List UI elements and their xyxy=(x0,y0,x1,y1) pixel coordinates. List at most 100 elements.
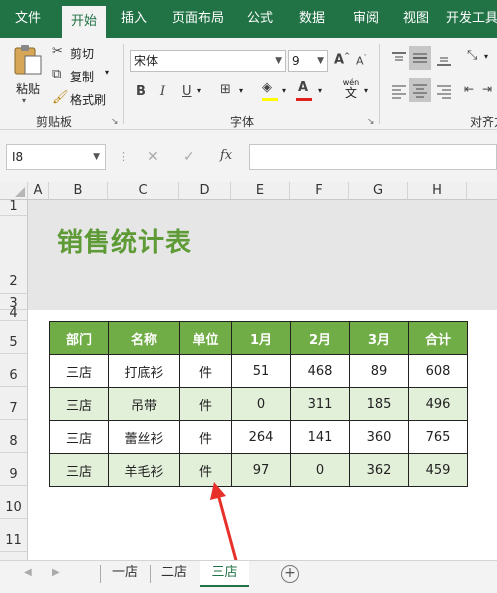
sheet-tab-2[interactable]: 二店 xyxy=(153,561,195,587)
row-header-5[interactable]: 5 xyxy=(0,321,28,354)
cancel-icon[interactable]: ✕ xyxy=(147,149,159,165)
table-cell[interactable]: 185 xyxy=(349,387,409,421)
table-header-cell[interactable]: 3月 xyxy=(349,321,409,355)
table-header-cell[interactable]: 部门 xyxy=(49,321,109,355)
column-header-d[interactable]: D xyxy=(179,182,231,200)
tab-view[interactable]: 视图 xyxy=(394,0,438,38)
column-header-f[interactable]: F xyxy=(290,182,349,200)
table-cell[interactable]: 件 xyxy=(179,420,232,454)
phonetic-button[interactable]: wén 文 xyxy=(340,78,362,102)
table-cell[interactable]: 264 xyxy=(231,420,291,454)
table-cell[interactable]: 360 xyxy=(349,420,409,454)
column-header-a[interactable]: A xyxy=(28,182,49,200)
table-header-cell[interactable]: 名称 xyxy=(108,321,180,355)
borders-dropdown-icon[interactable]: ▾ xyxy=(239,86,243,95)
tab-review[interactable]: 审阅 xyxy=(344,0,388,38)
row-header-11[interactable]: 11 xyxy=(0,519,28,552)
row-header-9[interactable]: 9 xyxy=(0,453,28,486)
table-cell[interactable]: 三店 xyxy=(49,453,109,487)
shrink-font-button[interactable]: Aˇ xyxy=(356,54,367,68)
fill-dropdown-icon[interactable]: ▾ xyxy=(282,86,286,95)
align-right-icon[interactable] xyxy=(435,82,453,100)
insert-function-icon[interactable]: fx xyxy=(220,148,232,163)
table-cell[interactable]: 0 xyxy=(231,387,291,421)
table-cell[interactable]: 496 xyxy=(408,387,468,421)
align-middle-button[interactable] xyxy=(409,46,431,70)
table-cell[interactable]: 89 xyxy=(349,354,409,388)
table-header-cell[interactable]: 单位 xyxy=(179,321,232,355)
borders-icon[interactable]: ⊞ xyxy=(220,82,231,97)
bold-button[interactable]: B xyxy=(136,84,146,99)
table-cell[interactable]: 311 xyxy=(290,387,350,421)
table-cell[interactable]: 蕾丝衫 xyxy=(108,420,180,454)
italic-button[interactable]: I xyxy=(160,84,165,99)
column-header-b[interactable]: B xyxy=(49,182,108,200)
row-header-2[interactable]: 2 xyxy=(0,216,28,294)
row-header-7[interactable]: 7 xyxy=(0,387,28,420)
table-cell[interactable]: 362 xyxy=(349,453,409,487)
table-cell[interactable]: 羊毛衫 xyxy=(108,453,180,487)
name-box[interactable]: I8 ▼ xyxy=(6,144,106,170)
clipboard-launcher-icon[interactable]: ↘ xyxy=(111,117,119,127)
worksheet-grid[interactable]: A B C D E F G H 销售统计表 1 2 3 4 5 6 7 8 9 … xyxy=(0,182,497,560)
row-header-6[interactable]: 6 xyxy=(0,354,28,387)
select-all-corner[interactable] xyxy=(0,182,28,200)
grow-font-button[interactable]: A^ xyxy=(334,52,350,67)
row-header-8[interactable]: 8 xyxy=(0,420,28,453)
font-color-icon[interactable]: A xyxy=(298,80,308,95)
align-left-icon[interactable] xyxy=(390,82,408,100)
format-painter-button[interactable]: 格式刷 xyxy=(70,91,106,108)
table-cell[interactable]: 608 xyxy=(408,354,468,388)
table-cell[interactable]: 765 xyxy=(408,420,468,454)
copy-dropdown-icon[interactable]: ▾ xyxy=(105,68,109,77)
underline-dropdown-icon[interactable]: ▾ xyxy=(197,86,201,95)
table-cell[interactable]: 0 xyxy=(290,453,350,487)
font-size-combo[interactable]: 9 ▼ xyxy=(288,50,328,72)
column-header-h[interactable]: H xyxy=(408,182,467,200)
indent-icon[interactable]: ⇤ xyxy=(464,82,474,96)
align-top-icon[interactable] xyxy=(390,50,408,68)
sheet-tab-3[interactable]: 三店 xyxy=(200,561,249,587)
scroll-right-icon[interactable]: ▶ xyxy=(52,567,60,578)
sheet-tab-1[interactable]: 一店 xyxy=(103,561,147,587)
paste-button[interactable]: 粘贴 ▾ xyxy=(10,44,46,105)
table-cell[interactable]: 459 xyxy=(408,453,468,487)
table-header-cell[interactable]: 2月 xyxy=(290,321,350,355)
fill-color-icon[interactable]: ◈ xyxy=(262,80,272,95)
tab-home[interactable]: 开始 xyxy=(62,6,106,38)
orientation-icon[interactable]: ⤡ xyxy=(467,48,477,63)
table-cell[interactable]: 468 xyxy=(290,354,350,388)
row-header-10[interactable]: 10 xyxy=(0,486,28,519)
enter-icon[interactable]: ✓ xyxy=(183,149,195,165)
row-header-4[interactable]: 4 xyxy=(0,307,28,321)
tab-developer[interactable]: 开发工具 xyxy=(446,0,497,38)
font-name-combo[interactable]: 宋体 ▼ xyxy=(130,50,286,72)
table-cell[interactable]: 吊带 xyxy=(108,387,180,421)
scroll-left-icon[interactable]: ◀ xyxy=(24,567,32,578)
table-cell[interactable]: 打底衫 xyxy=(108,354,180,388)
table-cell[interactable]: 51 xyxy=(231,354,291,388)
table-cell[interactable]: 件 xyxy=(179,354,232,388)
column-header-c[interactable]: C xyxy=(108,182,179,200)
table-cell[interactable]: 三店 xyxy=(49,387,109,421)
table-cell[interactable]: 件 xyxy=(179,387,232,421)
font-color-dropdown-icon[interactable]: ▾ xyxy=(318,86,322,95)
tab-file[interactable]: 文件 xyxy=(0,0,56,38)
align-center-button[interactable] xyxy=(409,78,431,102)
underline-button[interactable]: U xyxy=(182,84,192,99)
table-cell[interactable]: 141 xyxy=(290,420,350,454)
table-cell[interactable]: 三店 xyxy=(49,354,109,388)
table-header-cell[interactable]: 1月 xyxy=(231,321,291,355)
copy-button[interactable]: 复制 xyxy=(70,68,94,85)
column-header-e[interactable]: E xyxy=(231,182,290,200)
formula-input[interactable] xyxy=(249,144,497,170)
tab-page-layout[interactable]: 页面布局 xyxy=(166,0,230,38)
tab-formulas[interactable]: 公式 xyxy=(240,0,280,38)
align-bottom-icon[interactable] xyxy=(435,50,453,68)
tab-insert[interactable]: 插入 xyxy=(112,0,156,38)
font-launcher-icon[interactable]: ↘ xyxy=(367,117,375,127)
tab-data[interactable]: 数据 xyxy=(290,0,334,38)
table-cell[interactable]: 三店 xyxy=(49,420,109,454)
outdent-icon[interactable]: ⇥ xyxy=(482,82,492,96)
column-header-g[interactable]: G xyxy=(349,182,408,200)
